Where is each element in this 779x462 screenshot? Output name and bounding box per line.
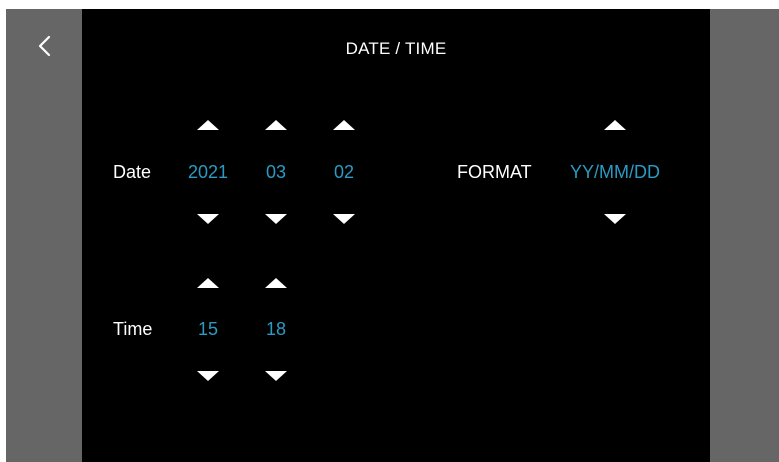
year-down-arrow-icon[interactable] — [197, 214, 219, 224]
minute-value: 18 — [265, 319, 287, 339]
back-button[interactable] — [30, 31, 60, 61]
hour-down-arrow-icon[interactable] — [197, 371, 219, 381]
date-label: Date — [113, 162, 152, 182]
format-label: FORMAT — [457, 162, 532, 182]
month-down-arrow-icon[interactable] — [265, 214, 287, 224]
date-time-screen: DATE / TIME Date 2021 03 02 FORMAT YY/MM… — [6, 9, 779, 462]
minute-down-arrow-icon[interactable] — [265, 371, 287, 381]
chevron-left-icon — [38, 35, 51, 57]
time-label: Time — [113, 319, 153, 339]
format-value: YY/MM/DD — [570, 162, 660, 182]
page-title: DATE / TIME — [345, 39, 447, 58]
year-up-arrow-icon[interactable] — [197, 120, 219, 130]
day-up-arrow-icon[interactable] — [333, 120, 355, 130]
month-value: 03 — [265, 162, 287, 182]
minute-up-arrow-icon[interactable] — [265, 278, 287, 288]
day-value: 02 — [333, 162, 355, 182]
hour-value: 15 — [197, 319, 219, 339]
day-down-arrow-icon[interactable] — [333, 214, 355, 224]
year-value: 2021 — [187, 162, 229, 182]
month-up-arrow-icon[interactable] — [265, 120, 287, 130]
format-down-arrow-icon[interactable] — [604, 214, 626, 224]
format-up-arrow-icon[interactable] — [604, 120, 626, 130]
right-side-panel — [710, 9, 779, 462]
hour-up-arrow-icon[interactable] — [197, 278, 219, 288]
left-side-panel — [6, 9, 82, 462]
